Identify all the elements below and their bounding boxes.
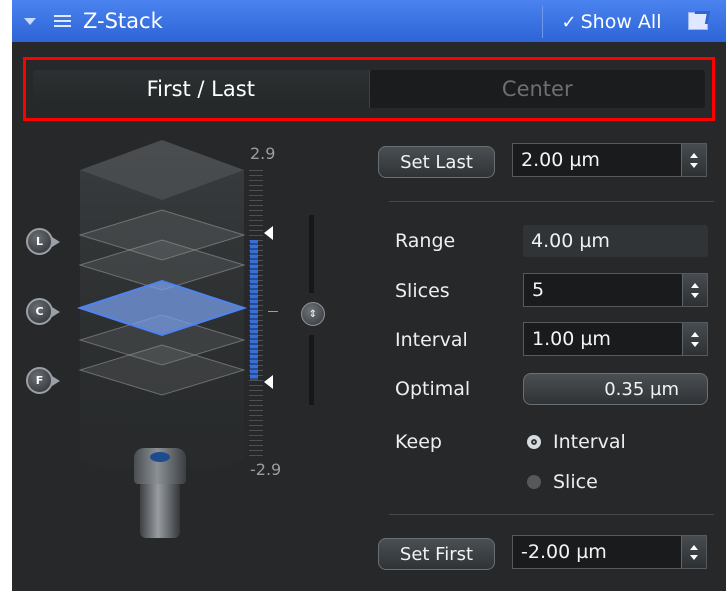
slices-value: 5 xyxy=(532,279,545,301)
tab-center[interactable]: Center xyxy=(370,70,706,108)
keep-label: Keep xyxy=(395,431,442,453)
center-position-marker[interactable]: C xyxy=(26,298,60,325)
grip-lines-icon xyxy=(54,15,71,27)
set-first-button[interactable]: Set First xyxy=(378,538,495,570)
popout-icon[interactable] xyxy=(688,12,708,30)
panel-titlebar[interactable]: Z-Stack ✓ Show All xyxy=(12,0,726,42)
focus-track-bottom xyxy=(309,335,314,405)
keep-interval-label: Interval xyxy=(553,431,626,453)
focus-track-top xyxy=(309,215,314,293)
keep-slice-label: Slice xyxy=(553,471,598,493)
slices-input[interactable]: 5 xyxy=(523,273,708,307)
interval-label: Interval xyxy=(395,329,468,351)
z-range-bar xyxy=(250,240,258,380)
set-last-button[interactable]: Set Last xyxy=(378,146,495,178)
interval-stepper[interactable] xyxy=(682,323,707,355)
scale-top-label: 2.9 xyxy=(250,144,276,163)
checkmark-icon: ✓ xyxy=(561,11,577,33)
focus-stepper-knob[interactable]: ⇕ xyxy=(301,302,325,326)
optimal-label: Optimal xyxy=(395,378,471,400)
mode-tabs-highlight: First / Last Center xyxy=(23,57,715,121)
divider-top xyxy=(389,201,714,202)
last-position-stepper[interactable] xyxy=(681,144,706,176)
slices-stepper[interactable] xyxy=(682,274,707,306)
z-stack-panel: Z-Stack ✓ Show All First / Last Center L… xyxy=(12,0,726,591)
chevron-down-icon[interactable] xyxy=(24,17,36,25)
tab-first-last[interactable]: First / Last xyxy=(33,70,370,108)
z-stack-controls: Set Last 2.00 µm Range 4.00 µm Slices 5 … xyxy=(377,143,722,583)
center-tick xyxy=(268,311,278,312)
first-position-value: -2.00 µm xyxy=(521,541,607,563)
first-limit-marker[interactable] xyxy=(264,375,273,389)
radio-unselected-icon[interactable] xyxy=(527,475,541,489)
first-position-marker[interactable]: F xyxy=(26,367,60,394)
first-position-stepper[interactable] xyxy=(681,536,706,568)
stack-slices-graphic xyxy=(76,140,248,470)
divider-bottom xyxy=(389,514,714,515)
optimal-button[interactable]: 0.35 µm xyxy=(523,373,708,405)
last-position-input[interactable]: 2.00 µm xyxy=(512,143,707,177)
panel-title: Z-Stack xyxy=(83,9,163,33)
keep-interval-radio[interactable]: Interval xyxy=(527,431,626,453)
last-limit-marker[interactable] xyxy=(264,226,273,240)
show-all-button[interactable]: ✓ Show All xyxy=(542,6,680,38)
scale-bottom-label: -2.9 xyxy=(250,460,282,479)
interval-input[interactable]: 1.00 µm xyxy=(523,322,708,356)
radio-selected-icon[interactable] xyxy=(527,435,541,449)
interval-value: 1.00 µm xyxy=(532,328,611,350)
z-stack-visualization: L C F 2.9 -2.9 ⇕ xyxy=(12,130,362,591)
show-all-label: Show All xyxy=(580,11,662,33)
range-label: Range xyxy=(395,230,456,252)
mode-tabs: First / Last Center xyxy=(33,70,705,108)
objective-lens-icon xyxy=(134,448,186,538)
last-position-value: 2.00 µm xyxy=(521,149,600,171)
keep-slice-radio[interactable]: Slice xyxy=(527,471,598,493)
first-position-input[interactable]: -2.00 µm xyxy=(512,535,707,569)
range-value: 4.00 µm xyxy=(523,225,708,257)
slices-label: Slices xyxy=(395,280,450,302)
last-position-marker[interactable]: L xyxy=(26,228,60,255)
